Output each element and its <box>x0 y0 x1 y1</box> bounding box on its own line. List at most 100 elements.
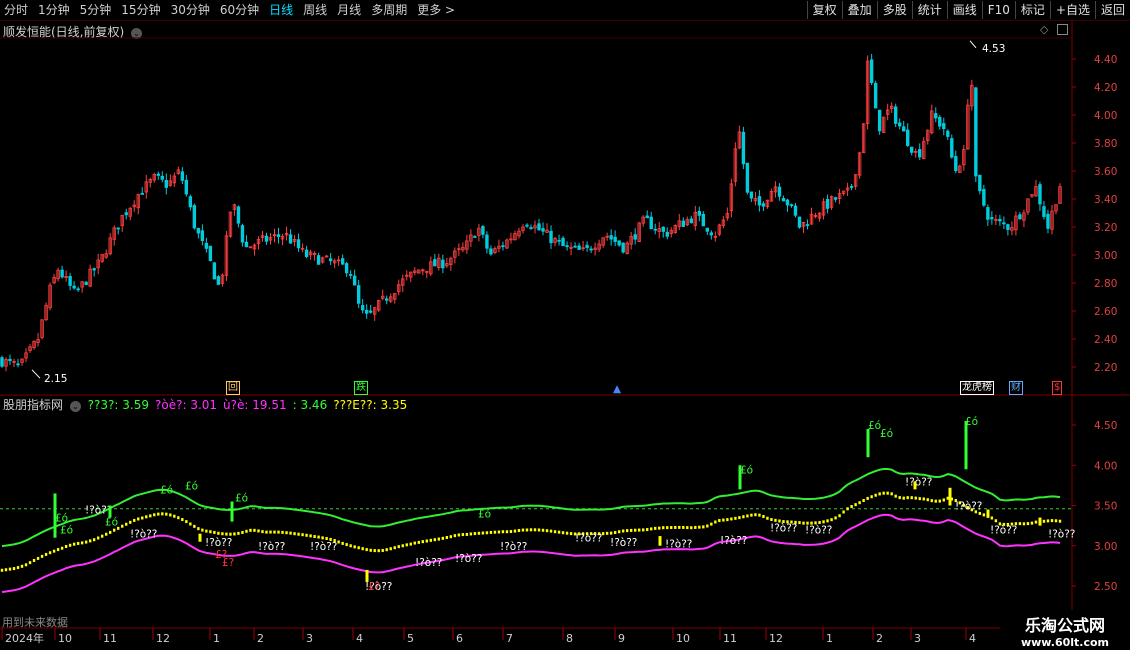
diamond-icon[interactable]: ◇ <box>1040 23 1048 36</box>
candle-body <box>557 239 561 242</box>
candle-body <box>757 196 762 206</box>
event-marker-0[interactable]: 回 <box>226 381 240 395</box>
date-label: 2 <box>876 632 883 645</box>
mid-line-dot <box>121 524 124 528</box>
event-marker-3[interactable]: 财 <box>1009 381 1023 395</box>
mid-line-dot <box>1050 519 1054 523</box>
candle-body <box>777 186 782 197</box>
mid-line-dot <box>698 525 701 529</box>
date-label: 5 <box>407 632 414 645</box>
chart-canvas[interactable]: 4.40 4.20 4.00 3.80 3.60 3.40 3.20 3.00 2.80 2.60… <box>0 0 1130 650</box>
signal-annotation: !?ò?? <box>575 533 602 545</box>
candle-body <box>92 268 96 271</box>
mid-line-dot <box>621 529 625 533</box>
mid-line-dot <box>730 517 733 521</box>
mid-line-dot <box>237 531 240 535</box>
mid-line-dot <box>461 533 465 537</box>
mid-line-dot <box>409 542 412 546</box>
window-icon[interactable] <box>1057 24 1068 35</box>
candle-body <box>16 363 20 366</box>
mid-line-dot <box>349 544 352 548</box>
mid-line-dot <box>617 530 621 534</box>
mid-line-dot <box>289 531 292 535</box>
candle-body <box>701 213 706 227</box>
candle-body <box>893 106 898 124</box>
mid-line-dot <box>1030 521 1034 525</box>
candle-body <box>705 227 710 232</box>
mid-line-dot <box>389 547 392 551</box>
mid-line-dot <box>770 518 773 522</box>
candle-body <box>1002 222 1006 225</box>
watermark: 乐淘公式网 www.60lt.com <box>1000 610 1130 650</box>
y-tick-label: 3.00 <box>1094 250 1117 262</box>
mid-line-dot <box>994 519 998 523</box>
candle-body <box>264 235 269 242</box>
mid-line-dot <box>922 497 925 501</box>
mid-line-dot <box>429 538 433 542</box>
y-tick-label: 2.50 <box>1094 581 1117 593</box>
date-label: 12 <box>156 632 170 645</box>
mid-line-dot <box>890 492 893 496</box>
mid-line-dot <box>201 528 204 532</box>
date-label: 1 <box>826 632 833 645</box>
mid-line-dot <box>337 540 340 544</box>
mid-line-dot <box>1022 522 1026 526</box>
mid-line-dot <box>493 530 497 534</box>
event-marker-4[interactable]: $ <box>1052 381 1063 395</box>
event-marker-1[interactable]: 跌 <box>354 381 368 395</box>
mid-line-dot <box>525 528 529 532</box>
mid-line-dot <box>56 548 60 552</box>
y-tick-label: 3.50 <box>1094 501 1117 513</box>
candle-body <box>76 288 80 291</box>
candle-body <box>793 205 798 216</box>
mid-line-dot <box>153 513 156 517</box>
mid-line-dot <box>233 532 236 536</box>
mid-line-dot <box>926 498 929 502</box>
mid-line-dot <box>858 501 861 505</box>
signal-annotation: !?ò?? <box>500 541 527 553</box>
candle-body <box>216 276 221 285</box>
event-marker-2[interactable]: 龙虎榜 <box>960 381 994 395</box>
mid-line-dot <box>898 496 901 500</box>
candle-body <box>797 216 802 228</box>
candle-body <box>288 234 293 244</box>
candle-body <box>1046 213 1050 229</box>
mid-line-dot <box>918 497 921 501</box>
signal-annotation: !?ò?? <box>720 535 747 547</box>
candle-body <box>585 244 589 248</box>
mid-line-dot <box>345 543 348 547</box>
candle-body <box>1042 206 1046 217</box>
date-label: 11 <box>103 632 117 645</box>
candle-body <box>212 262 217 280</box>
candle-body <box>745 162 750 193</box>
candle-body <box>589 248 593 251</box>
mid-line-dot <box>481 531 485 535</box>
candle-body <box>352 275 357 286</box>
mid-line-dot <box>169 513 172 517</box>
candle-body <box>473 236 477 238</box>
candle-body <box>577 245 581 250</box>
high-label: 4.53 <box>982 43 1005 55</box>
mid-line-dot <box>48 551 52 555</box>
mid-line-dot <box>397 545 400 549</box>
candle-body <box>573 245 577 248</box>
mid-line-dot <box>369 548 372 552</box>
mid-line-dot <box>217 531 220 535</box>
candle-body <box>1018 214 1022 220</box>
buy-annotation: £ó <box>185 480 198 492</box>
candle-body <box>681 220 685 227</box>
mid-line-dot <box>834 516 837 520</box>
signal-bar <box>658 536 662 546</box>
mid-line-dot <box>361 547 364 551</box>
candle-body <box>360 305 365 311</box>
mid-line-dot <box>441 536 445 540</box>
mid-line-dot <box>253 528 256 532</box>
candle-body <box>785 199 790 206</box>
mid-line-dot <box>658 526 661 530</box>
mid-line-dot <box>609 531 613 535</box>
mid-line-dot <box>157 512 160 516</box>
mid-line-dot <box>870 495 873 499</box>
arrow-up-icon: ▲ <box>613 383 622 395</box>
mid-line-dot <box>0 568 4 572</box>
candle-body <box>709 232 714 236</box>
